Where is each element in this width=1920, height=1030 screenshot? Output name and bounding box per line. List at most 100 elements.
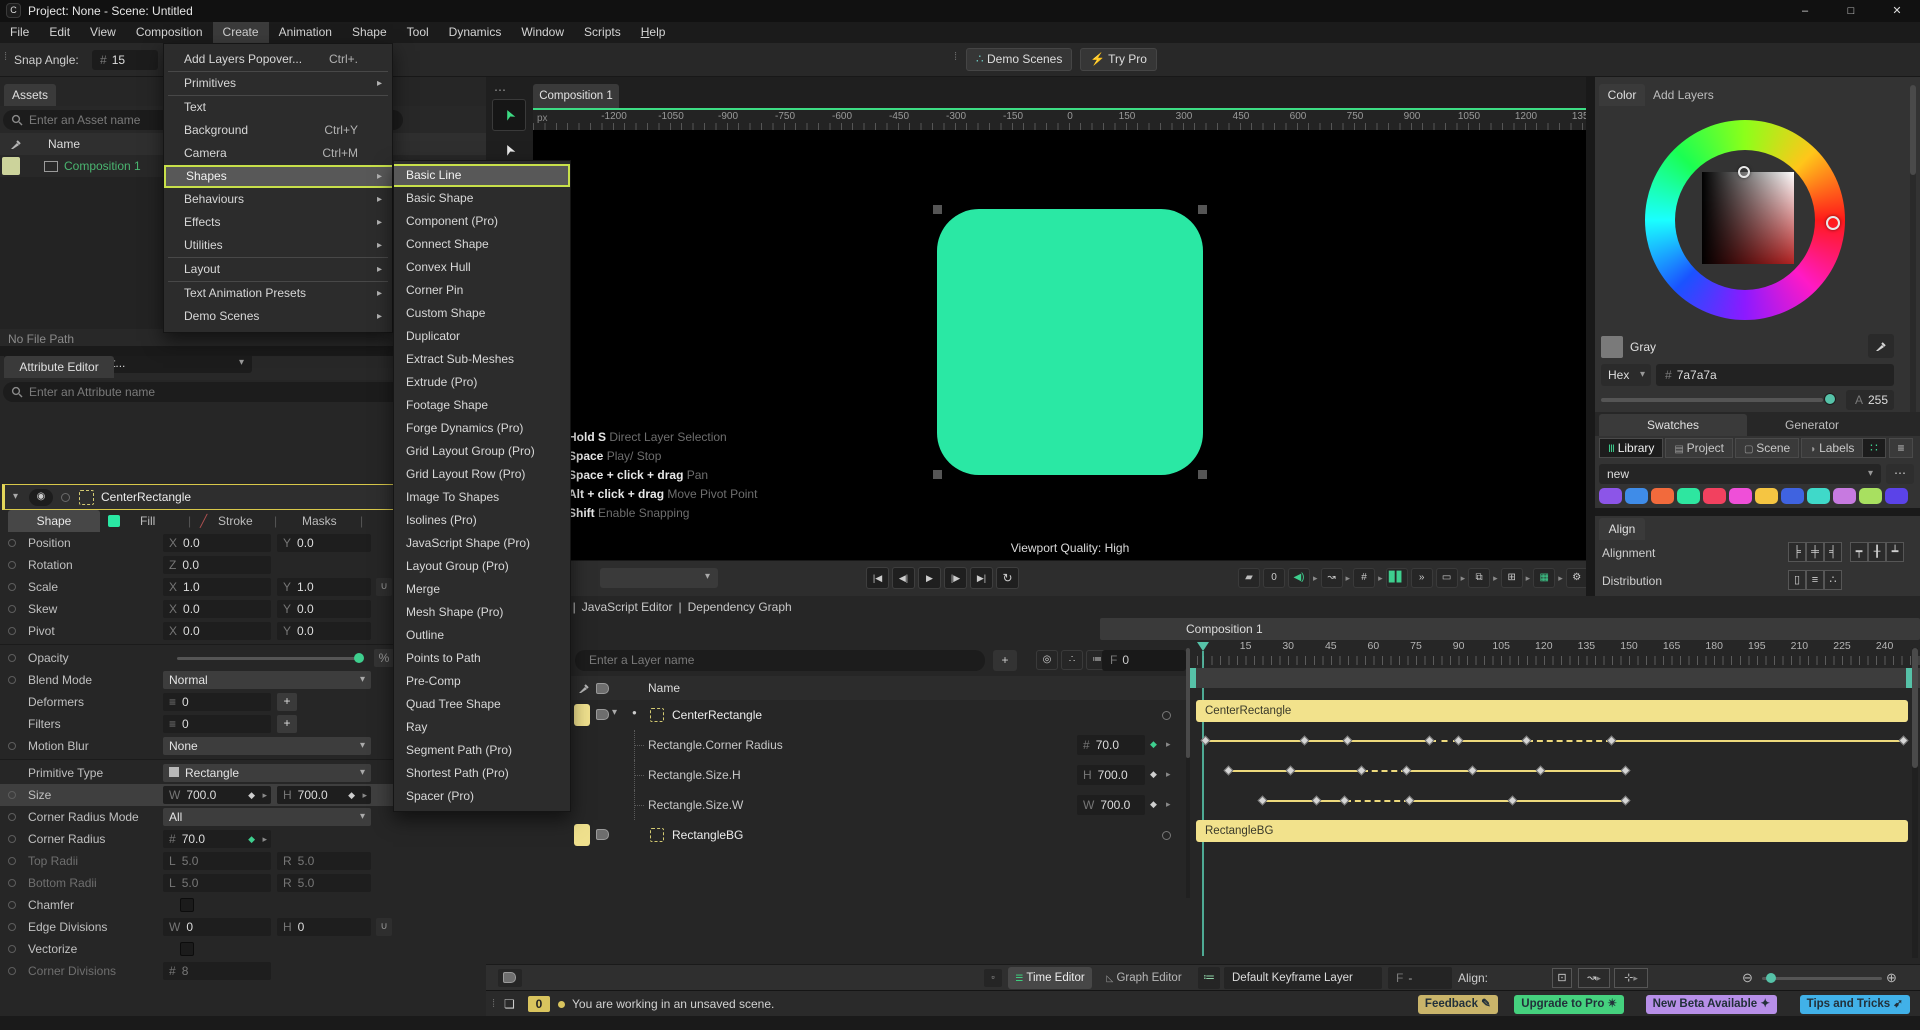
keyframe-diamond[interactable] [1285,765,1296,776]
frame-counter[interactable]: 0 [1263,568,1285,588]
shapes-submenu-item-ray[interactable]: Ray [394,716,570,739]
attribute-dot[interactable] [8,605,16,613]
expand-arrow[interactable]: ▸ [1493,573,1498,584]
attribute-value-field[interactable]: H 700.0 [1077,765,1145,785]
attribute-track-row[interactable]: Rectangle.Corner Radius #70.0 ◆ ▸ [486,730,1190,760]
drag-handle-icon[interactable]: ⁞ [492,991,495,1017]
value-field[interactable]: Y 0.0 [277,622,371,640]
attribute-dot[interactable] [8,901,16,909]
shapes-submenu-item-basic-line[interactable]: Basic Line [394,164,570,187]
try-pro-button[interactable]: ⚡ Try Pro [1080,48,1157,71]
create-menu-item-background[interactable]: Background Ctrl+Y [164,119,392,142]
attribute-dot[interactable] [8,539,16,547]
layers-icon[interactable]: ⧉ [1468,568,1491,588]
shapes-submenu-item-image-to-shapes[interactable]: Image To Shapes [394,486,570,509]
selection-handle[interactable] [1198,205,1207,214]
swatch-color[interactable] [1703,488,1726,504]
keyframe-diamond-icon[interactable]: ◆ [248,786,255,804]
attribute-dot[interactable] [8,676,16,684]
expand-arrow[interactable]: ▸ [1378,573,1383,584]
guides-icon[interactable]: ▊▋ [1385,568,1408,588]
alpha-value-field[interactable]: A 255 [1846,390,1894,410]
shapes-submenu-item-extrude-pro-[interactable]: Extrude (Pro) [394,371,570,394]
swatch-color[interactable] [1599,488,1622,504]
menubar-item-help[interactable]: Help [631,22,676,43]
keyframe-diamond[interactable] [1899,735,1909,746]
hue-selector[interactable] [1826,216,1840,230]
label-color-button[interactable] [498,969,522,987]
value-field[interactable]: Y 1.0 [277,578,371,596]
value-field[interactable]: Y 0.0 [277,600,371,618]
motion-path-icon[interactable]: ↝ [1320,568,1343,588]
zoom-in-icon[interactable]: ⊕ [1886,970,1897,986]
tab-stroke[interactable]: Stroke [218,510,253,532]
attribute-dot[interactable] [8,742,16,750]
visibility-eye-icon[interactable]: ◉ [29,489,53,506]
swatch-color[interactable] [1625,488,1648,504]
color-mode-dropdown[interactable]: Hex ▾ [1601,364,1651,386]
menubar-item-view[interactable]: View [80,22,126,43]
expander-chevron-icon[interactable]: ▾ [612,707,617,718]
layer-color-chip[interactable] [574,824,590,846]
create-menu-item-behaviours[interactable]: Behaviours ▸ [164,188,392,211]
attribute-track-row[interactable]: Rectangle.Size.W W 700.0 ◆ ▸ [486,790,1190,820]
attribute-dot[interactable] [8,945,16,953]
link-values-icon[interactable]: ∪ [376,918,392,936]
tab-graph-editor[interactable]: ◺ Graph Editor [1096,967,1192,989]
create-menu-item-layout[interactable]: Layout ▸ [164,258,392,281]
playhead[interactable] [1197,642,1209,651]
create-menu-item-utilities[interactable]: Utilities ▸ [164,234,392,257]
value-field[interactable]: Y 0.0 [277,534,371,552]
keyframe-diamond[interactable] [1339,795,1350,806]
feedback-button[interactable]: Feedback ✎ [1417,995,1498,1014]
audio-icon[interactable]: ◀) [1288,568,1310,588]
saturation-value-square[interactable] [1702,172,1794,264]
keyframe-diamond[interactable] [1535,765,1546,776]
value-field[interactable]: H0 [277,918,371,936]
keyframe-menu-arrow[interactable]: ▸ [1166,739,1171,750]
swatch-color[interactable] [1677,488,1700,504]
timeline-ruler[interactable]: 0 15 30 45 60 75 90 105 120 135 150 165 180 195 210 225… [1190,640,1920,654]
dropdown-primitive-type[interactable]: Rectangle ▾ [163,764,371,782]
work-area-start-handle[interactable] [1190,668,1196,688]
keyframe-diamond[interactable] [1467,765,1478,776]
value-field[interactable]: X 1.0 [163,578,271,596]
shapes-submenu-item-layout-group-pro-[interactable]: Layout Group (Pro) [394,555,570,578]
current-color-swatch[interactable] [1601,336,1623,358]
selection-handle[interactable] [1198,470,1207,479]
create-menu-item-demo-scenes[interactable]: Demo Scenes ▸ [164,305,392,328]
asset-color-chip[interactable] [2,157,20,175]
zoom-out-icon[interactable]: ⊖ [1742,970,1753,986]
keyframe-diamond[interactable] [1200,735,1211,746]
keyframe-layer-dropdown[interactable]: Default Keyframe Layer [1224,967,1382,989]
value-field[interactable]: L 5.0 [163,852,271,870]
attribute-dot[interactable] [8,791,16,799]
attribute-value-field[interactable]: #70.0 [1077,735,1145,755]
layer-color-chip[interactable] [574,704,590,726]
attribute-dot[interactable] [8,835,16,843]
layer-search-input[interactable]: Enter a Layer name [575,650,985,671]
tab-generator[interactable]: Generator [1785,414,1839,436]
attribute-dot[interactable] [8,654,16,662]
shapes-submenu-item-javascript-shape-pro-[interactable]: JavaScript Shape (Pro) [394,532,570,555]
swatch-color[interactable] [1885,488,1908,504]
value-field[interactable]: X 0.0 [163,622,271,640]
value-field[interactable]: R 5.0 [277,874,371,892]
solo-button[interactable]: ▫ [984,969,1002,987]
value-field[interactable]: W0 [163,918,271,936]
swatch-source-project[interactable]: ▤ Project [1665,438,1733,458]
label-tag-icon[interactable] [596,709,609,720]
expand-arrow[interactable]: ▸ [1558,573,1563,584]
attribute-dot[interactable] [8,627,16,635]
checkbox-vectorize[interactable] [180,942,194,956]
label-tag-icon[interactable]: ▰ [1238,568,1260,588]
message-bubble-icon[interactable]: ❏ [504,991,515,1017]
shapes-submenu-item-mesh-shape-pro-[interactable]: Mesh Shape (Pro) [394,601,570,624]
layer-row-centerrectangle[interactable]: ▾ ● CenterRectangle [486,700,1190,730]
value-field[interactable]: #8 [163,962,271,980]
sv-selector[interactable] [1738,166,1750,178]
viewport-tab-composition[interactable]: Composition 1 [533,84,619,108]
create-menu-item-primitives[interactable]: Primitives ▸ [164,72,392,95]
swatch-color[interactable] [1807,488,1830,504]
minimize-button[interactable]: – [1782,0,1828,22]
